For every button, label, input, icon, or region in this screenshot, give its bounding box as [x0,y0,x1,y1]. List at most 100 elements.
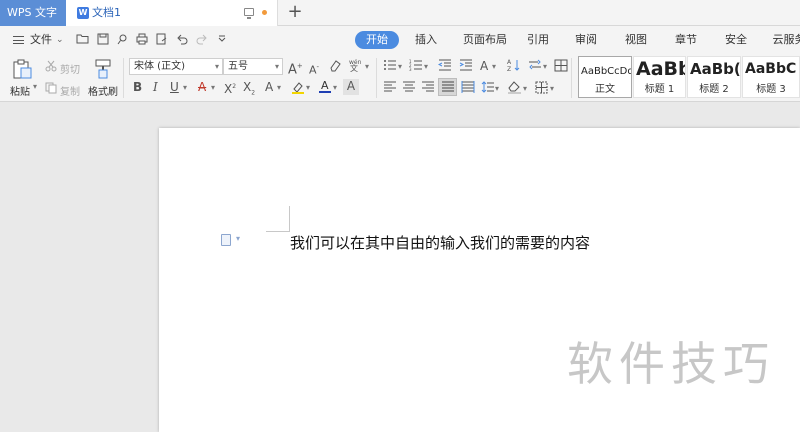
style-heading-2[interactable]: AaBb( 标题 2 [687,56,741,98]
tab-security[interactable]: 安全 [718,31,754,49]
align-left-icon[interactable] [383,81,397,96]
format-painter-label[interactable]: 格式刷 [88,83,118,98]
bold-icon[interactable]: B [133,80,142,94]
cut-icon[interactable] [44,60,57,75]
font-name-select[interactable]: 宋体 (正文) ▾ [129,58,223,75]
paragraph-shading-icon[interactable] [507,80,522,97]
font-size-select[interactable]: 五号 ▾ [223,58,283,75]
strikethrough-icon[interactable]: A [198,80,206,94]
tab-chapter[interactable]: 章节 [668,31,704,49]
chevron-down-icon[interactable]: ▾ [492,60,496,74]
border-icon[interactable] [535,81,548,97]
document-page[interactable]: ▾ 我们可以在其中自由的输入我们的需要的内容 软件技巧 [159,128,800,432]
document-body-text[interactable]: 我们可以在其中自由的输入我们的需要的内容 [290,232,590,253]
distributed-align-icon[interactable] [461,81,475,96]
font-color-icon[interactable]: A [318,79,332,97]
unsaved-dot-icon [262,10,267,15]
new-tab-button[interactable]: + [284,0,306,26]
chevron-down-icon[interactable]: ▾ [277,81,281,95]
chevron-down-icon[interactable]: ▾ [183,81,187,95]
tab-review[interactable]: 审阅 [568,31,604,49]
text-effect-icon[interactable]: A [265,80,273,94]
chevron-down-icon[interactable]: ▾ [495,82,499,96]
customize-quick-access-icon[interactable] [215,33,228,46]
char-shading-icon[interactable]: A [343,79,359,95]
text-direction-icon[interactable]: A [480,59,488,73]
numbering-icon[interactable]: 123 [409,59,423,74]
tab-view[interactable]: 视图 [618,31,654,49]
clear-format-icon[interactable] [329,59,342,75]
chevron-down-icon[interactable]: ▾ [550,82,554,96]
chevron-down-icon[interactable]: ▾ [424,60,428,74]
redo-icon[interactable] [195,33,208,46]
chevron-down-icon[interactable]: ▾ [365,60,369,74]
hamburger-icon[interactable] [13,36,24,44]
style-normal[interactable]: AaBbCcDd 正文 [578,56,632,98]
title-bar: WPS 文字 W 文档1 + [0,0,800,26]
italic-icon[interactable]: I [153,80,158,94]
chevron-down-icon[interactable]: ▾ [333,81,337,95]
svg-text:A: A [321,79,329,92]
tab-insert[interactable]: 插入 [408,31,444,49]
paste-label[interactable]: 粘贴 [10,83,30,98]
svg-text:A: A [507,59,512,66]
tab-references[interactable]: 引用 [520,31,556,49]
tab-cloud-service[interactable]: 云服务 [766,31,800,49]
cut-label[interactable]: 剪切 [60,61,80,76]
undo-icon[interactable] [175,33,188,46]
style-sample: AaBb [636,58,685,80]
font-size-value: 五号 [228,61,248,72]
line-spacing-adjust-icon[interactable] [528,59,542,74]
bullets-icon[interactable] [383,59,397,74]
style-sample: AaBb( [690,60,740,78]
grow-font-icon[interactable]: A+ [288,59,303,77]
document-tab[interactable]: W 文档1 [66,0,278,26]
align-center-icon[interactable] [402,81,416,96]
tab-home[interactable]: 开始 [355,31,399,49]
style-sample: AaBbCcDd [581,66,631,77]
chevron-down-icon[interactable]: ▾ [211,81,215,95]
chevron-down-icon[interactable]: ⌄ [56,26,64,54]
file-menu[interactable]: 文件 [30,26,52,54]
save-icon[interactable] [96,33,109,46]
ribbon-home: 粘贴 ▾ 剪切 复制 格式刷 宋体 (正文) ▾ 五号 ▾ A+ A- wén 文… [0,54,800,102]
font-name-value: 宋体 (正文) [134,61,185,72]
shrink-font-icon[interactable]: A- [309,60,319,78]
chevron-down-icon[interactable]: ▾ [398,60,402,74]
style-name: 标题 3 [756,84,786,95]
app-tab[interactable]: WPS 文字 [0,0,66,26]
phonetic-guide-icon[interactable]: wén 文 [348,58,362,76]
chevron-down-icon[interactable]: ▾ [236,234,240,243]
increase-indent-icon[interactable] [459,59,473,74]
margin-corner-mark [266,231,290,232]
justify-icon[interactable] [438,78,457,96]
chevron-down-icon[interactable]: ▾ [523,82,527,96]
svg-text:文: 文 [350,63,358,72]
superscript-icon[interactable]: X2 [224,80,236,96]
paste-dropdown-icon[interactable]: ▾ [33,82,37,91]
format-painter-icon[interactable] [93,58,113,80]
paste-icon[interactable] [11,58,33,80]
highlight-icon[interactable] [291,80,305,97]
open-folder-icon[interactable] [76,33,89,46]
align-right-icon[interactable] [421,81,435,96]
table-grid-icon[interactable] [554,59,568,75]
print-preview-icon[interactable] [116,33,129,46]
underline-icon[interactable]: U [170,80,179,94]
export-icon[interactable] [155,33,168,46]
tab-page-layout[interactable]: 页面布局 [455,31,515,49]
chevron-down-icon[interactable]: ▾ [306,81,310,95]
subscript-icon[interactable]: X2 [243,80,255,100]
style-heading-1[interactable]: AaBb 标题 1 [633,56,686,98]
paragraph-layout-icon[interactable] [221,234,231,246]
svg-text:Z: Z [507,66,511,72]
chevron-down-icon[interactable]: ▾ [543,60,547,74]
style-heading-3[interactable]: AaBbC 标题 3 [742,56,800,98]
monitor-icon[interactable] [244,8,254,19]
copy-icon[interactable] [44,82,57,97]
copy-label[interactable]: 复制 [60,83,80,98]
print-icon[interactable] [135,33,148,46]
line-spacing-icon[interactable] [481,81,495,96]
decrease-indent-icon[interactable] [437,59,452,74]
sort-icon[interactable]: AZ [506,58,520,75]
